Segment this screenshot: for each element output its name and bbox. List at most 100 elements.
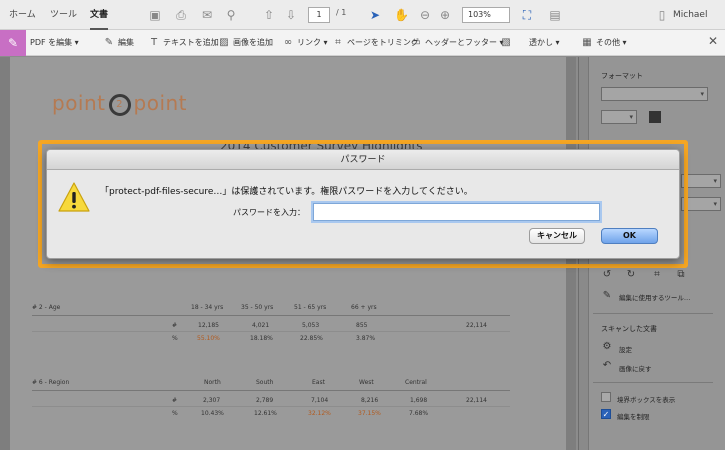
top-tab-bar: ホーム ツール 文書 ▣ ⎙ ✉ ⚲ ⇧ ⇩ 1 / 1 ➤ ✋ ⊖ ⊕ 103… (0, 0, 725, 30)
crop-image-icon[interactable]: ⌗ (651, 269, 663, 281)
fit-page-icon[interactable]: ⛶ (520, 8, 534, 22)
hand-icon[interactable]: ✋ (394, 8, 409, 22)
show-bbox-checkbox[interactable] (601, 392, 611, 402)
more-menu[interactable]: ▦ その他 ▾ (581, 30, 626, 56)
logo-wheel-icon: 2 (108, 93, 131, 116)
scroll-mode-icon[interactable]: ▤ (548, 8, 562, 22)
gear-icon: ⚙ (602, 341, 612, 352)
table-cell: 32.12% (308, 410, 331, 417)
edit-button[interactable]: ✎ 編集 (103, 30, 134, 56)
restrict-edit-label: 編集を制限 (617, 413, 650, 421)
age-col-header: 66 + yrs (351, 304, 377, 311)
table-cell: 8,216 (361, 397, 379, 404)
close-toolbar-icon[interactable]: ✕ (708, 34, 718, 48)
search-icon[interactable]: ⚲ (224, 8, 238, 22)
arrange-icon[interactable]: ⧉ (675, 269, 687, 281)
pencil-icon: ✎ (602, 290, 612, 301)
print-icon[interactable]: ⎙ (174, 8, 188, 22)
rotate-right-icon[interactable]: ↻ (625, 269, 637, 281)
more-label: その他 (596, 38, 620, 47)
add-text-label: テキストを追加 (163, 38, 219, 47)
mobile-icon[interactable]: ▯ (655, 8, 669, 22)
revert-button[interactable]: 画像に戻す (619, 363, 652, 373)
add-text-button[interactable]: T テキストを追加 (148, 30, 219, 56)
logo-text-right: point (133, 91, 188, 115)
table-cell: 1,698 (410, 397, 428, 404)
table-cell-total: 22,114 (466, 322, 487, 329)
region-section: # 6 - Region North South East West Centr… (32, 375, 510, 425)
mail-icon[interactable]: ✉ (200, 8, 214, 22)
zoom-in-icon[interactable]: ⊕ (438, 8, 452, 22)
crop-pages-button[interactable]: ⌗ ページをトリミング (332, 30, 419, 56)
table-cell: 37.15% (358, 410, 381, 417)
color-swatch[interactable] (649, 111, 661, 123)
dialog-title: パスワード (47, 150, 679, 170)
company-logo: point 2 point (52, 91, 187, 116)
table-cell: 4,021 (252, 322, 270, 329)
text-icon: T (150, 37, 158, 48)
crop-pages-label: ページをトリミング (347, 38, 419, 47)
add-image-button[interactable]: ▨ 画像を追加 (218, 30, 273, 56)
zoom-out-icon[interactable]: ⊖ (418, 8, 432, 22)
link-menu[interactable]: ∞ リンク ▾ (282, 30, 328, 56)
table-cell: 3.87% (356, 335, 376, 342)
restrict-edit-checkbox[interactable]: ✓ (601, 409, 611, 419)
tab-tools[interactable]: ツール (50, 0, 77, 30)
rotate-left-icon[interactable]: ↺ (601, 269, 613, 281)
panel-divider (593, 313, 713, 314)
region-col-header: North (204, 379, 221, 386)
tab-home[interactable]: ホーム (9, 0, 36, 30)
revert-icon: ↶ (602, 360, 612, 371)
header-footer-label: ヘッダーとフッター (425, 38, 497, 47)
page-total: / 1 (336, 8, 347, 17)
region-section-label: # 6 - Region (32, 379, 70, 386)
settings-button[interactable]: 設定 (619, 344, 632, 354)
cancel-button[interactable]: キャンセル (529, 228, 585, 244)
save-icon[interactable]: ▣ (148, 8, 162, 22)
table-cell: 5,053 (302, 322, 320, 329)
show-bbox-label: 境界ボックスを表示 (617, 396, 676, 404)
watermark-label: 透かし (529, 38, 553, 47)
link-label: リンク (297, 38, 321, 47)
table-cell-total: 22,114 (466, 397, 487, 404)
row-divider (32, 406, 510, 407)
format-heading: フォーマット (601, 72, 643, 80)
pdf-edit-menu[interactable]: PDF を編集 ▾ (30, 30, 79, 56)
pdf-edit-icon[interactable]: ✎ (0, 30, 26, 56)
age-col-header: 51 - 65 yrs (294, 304, 327, 311)
font-size-select[interactable]: ▾ (601, 110, 637, 124)
user-name[interactable]: Michael (673, 0, 707, 30)
page-up-icon[interactable]: ⇧ (262, 8, 276, 22)
ok-button[interactable]: OK (601, 228, 658, 244)
table-cell: 22.85% (300, 335, 323, 342)
row-divider (32, 331, 510, 332)
age-section-label: # 2 - Age (32, 304, 61, 311)
select-arrow-icon[interactable]: ➤ (368, 8, 382, 22)
percent-row-label: % (172, 335, 178, 342)
font-select[interactable]: ▾ (601, 87, 708, 101)
zoom-select[interactable]: 103% (462, 7, 510, 23)
dialog-message: 「protect-pdf-files-secure…」は保護されています。権限パ… (100, 187, 473, 197)
table-cell: 2,307 (203, 397, 221, 404)
edit-tool-button[interactable]: 編集に使用するツール… (619, 292, 690, 302)
crop-icon: ⌗ (335, 37, 341, 48)
scanned-doc-heading: スキャンした文書 (601, 325, 657, 333)
header-footer-menu[interactable]: ▭ ヘッダーとフッター ▾ (410, 30, 503, 56)
edit-icon: ✎ (104, 37, 114, 48)
watermark-icon: ▧ (501, 37, 511, 48)
page-number-input[interactable]: 1 (308, 7, 330, 23)
page-down-icon[interactable]: ⇩ (284, 8, 298, 22)
tab-document[interactable]: 文書 (90, 0, 109, 30)
count-row-label: # (172, 322, 178, 329)
region-col-header: East (312, 379, 325, 386)
password-input[interactable] (313, 203, 600, 221)
password-field-label: パスワードを入力： (233, 208, 305, 217)
add-image-label: 画像を追加 (233, 38, 273, 47)
table-cell: 7,104 (311, 397, 329, 404)
edit-label: 編集 (118, 38, 134, 47)
warning-icon (58, 182, 90, 212)
percent-row-label: % (172, 410, 178, 417)
watermark-menu[interactable]: ▧ 透かし ▾ (500, 30, 559, 56)
header-footer-icon: ▭ (411, 37, 421, 48)
table-cell: 10.43% (201, 410, 224, 417)
